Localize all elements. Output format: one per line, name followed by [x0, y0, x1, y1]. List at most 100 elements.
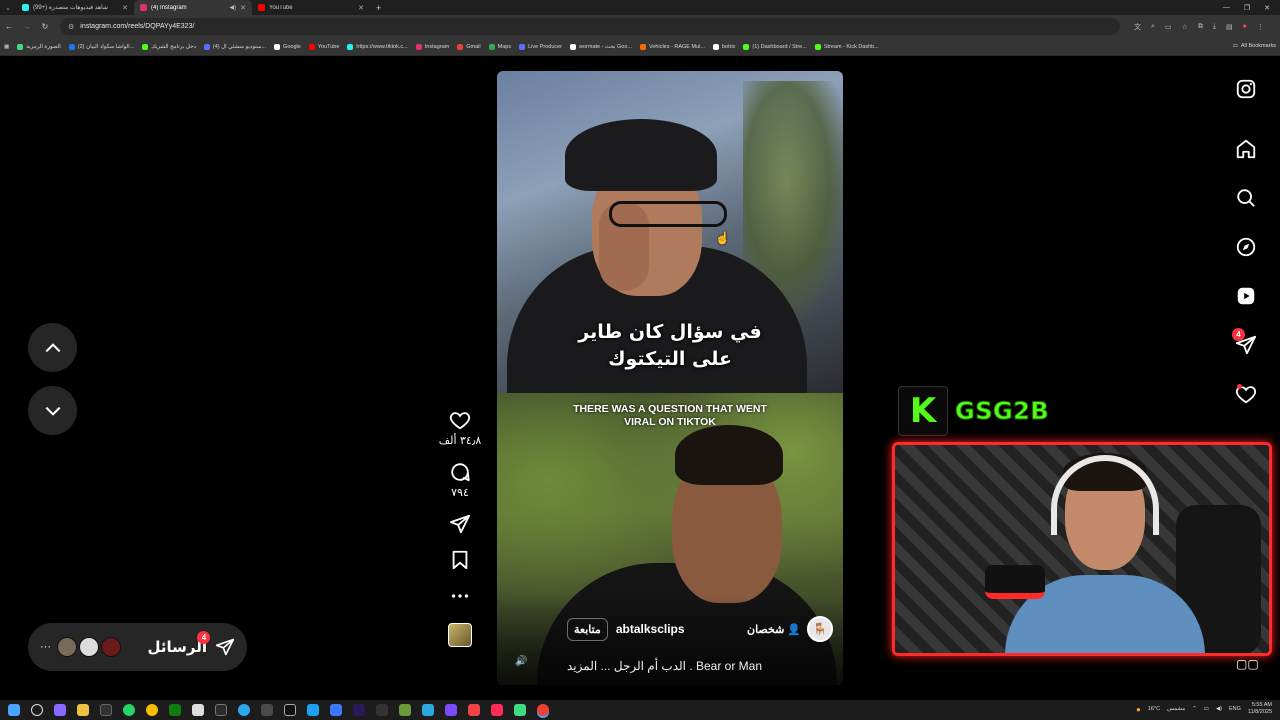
bookmark-item[interactable]: botrix	[712, 43, 735, 50]
app-icon[interactable]	[514, 704, 526, 716]
close-icon[interactable]: ✕	[122, 4, 128, 12]
messages-button[interactable]: 4	[1232, 328, 1258, 357]
bookmark-item[interactable]: Live Producer	[519, 43, 563, 50]
bookmark-star-icon[interactable]: ☆	[1182, 23, 1188, 31]
previous-reel-button[interactable]	[28, 323, 77, 372]
app-icon[interactable]	[261, 704, 273, 716]
messages-pill[interactable]: ··· الرسائل 4	[28, 623, 247, 671]
bookmark-item[interactable]: Stream - Kick Dashb...	[814, 43, 879, 50]
app-icon[interactable]	[399, 704, 411, 716]
sidepanel-icon[interactable]: ▤	[1226, 23, 1233, 31]
app-icon[interactable]	[215, 704, 227, 716]
app-icon[interactable]	[192, 704, 204, 716]
copilot-icon[interactable]	[54, 704, 66, 716]
bookmark-item[interactable]: YouTube	[308, 43, 339, 50]
cast-icon[interactable]: ▭	[1165, 23, 1172, 31]
collab-people[interactable]: 👤 شخصان	[747, 623, 801, 636]
next-reel-button[interactable]	[28, 386, 77, 435]
share-button[interactable]	[449, 513, 471, 535]
back-icon[interactable]: ←	[0, 22, 18, 31]
menu-icon[interactable]: ⋮	[1257, 23, 1264, 31]
profile-icon[interactable]: ●	[1243, 23, 1247, 30]
extensions-icon[interactable]: ⧉	[1198, 23, 1203, 31]
volume-icon[interactable]: ◀)	[1216, 706, 1222, 712]
url-bar[interactable]: ⚙ instagram.com/reels/DQPAYy4E323/	[60, 18, 1120, 35]
speaker-icon[interactable]: ◀)	[230, 4, 237, 11]
minimize-icon[interactable]: —	[1223, 4, 1230, 11]
close-icon[interactable]: ✕	[358, 4, 364, 12]
instagram-logo-icon[interactable]	[1234, 77, 1258, 101]
bookmark-item[interactable]: (4) ستوديو منشئي ال...	[203, 43, 266, 50]
author-avatar[interactable]: 🪑	[807, 616, 833, 642]
bookmark-item[interactable]: (2) الواشا سكواد البيان...	[68, 43, 134, 50]
app-icon[interactable]	[307, 704, 319, 716]
audio-thumbnail[interactable]	[448, 623, 472, 647]
search-button[interactable]	[1234, 186, 1258, 210]
bookmark-item[interactable]: Maps	[488, 43, 511, 50]
site-info-icon[interactable]: ⚙	[68, 23, 74, 31]
more-options-button[interactable]	[449, 585, 471, 607]
bookmark-item[interactable]: Instagram	[415, 43, 449, 50]
zoom-icon[interactable]: ⌕	[1151, 23, 1155, 31]
clock[interactable]: 5:55 AM 11/8/2025	[1248, 702, 1272, 716]
app-icon[interactable]	[284, 704, 296, 716]
close-icon[interactable]: ✕	[240, 4, 246, 12]
tab-tiktok[interactable]: (99+) شاهد فيديوهات متصدرة ✕	[16, 0, 134, 15]
reel-video[interactable]: في سؤال كان طاير على التيكتوك THERE WAS …	[497, 71, 843, 685]
app-icon[interactable]	[445, 704, 457, 716]
download-icon[interactable]: ⤓	[1213, 23, 1216, 31]
network-icon[interactable]: ▭	[1204, 706, 1209, 712]
bookmark-item[interactable]: دخل برنامج الشريك	[142, 43, 196, 50]
bookmark-label: Live Producer	[528, 43, 563, 50]
home-button[interactable]	[1234, 137, 1258, 161]
reload-icon[interactable]: ↻	[36, 22, 54, 31]
app-icon[interactable]	[422, 704, 434, 716]
new-tab-button[interactable]: +	[370, 3, 387, 13]
tray-chevron-icon[interactable]: ⌃	[1192, 706, 1197, 712]
app-icon[interactable]	[468, 704, 480, 716]
windows-start-icon[interactable]	[8, 704, 20, 716]
url-text[interactable]: instagram.com/reels/DQPAYy4E323/	[80, 23, 194, 30]
bookmark-item[interactable]: Gmail	[457, 43, 481, 50]
bookmark-item[interactable]: (1) Dashboard / Stre...	[743, 43, 807, 50]
chevron-down-icon	[45, 406, 60, 416]
bookmark-item[interactable]: الصورة الرمزية	[17, 43, 61, 50]
chrome-icon[interactable]	[537, 704, 549, 716]
translate-icon[interactable]: 文	[1134, 22, 1141, 32]
all-bookmarks-button[interactable]: ▭ All Bookmarks	[1233, 43, 1276, 49]
tab-instagram[interactable]: (4) Instagram ◀) ✕	[134, 0, 252, 15]
premiere-icon[interactable]	[353, 704, 365, 716]
tab-search-button[interactable]: ⌄	[0, 4, 16, 12]
explorer-icon[interactable]	[77, 704, 89, 716]
notifications-button[interactable]	[1234, 382, 1258, 406]
like-button[interactable]: ٣٤٫٨ ألف	[439, 409, 481, 447]
app-icon[interactable]	[169, 704, 181, 716]
author-username[interactable]: abtalksclips	[616, 622, 685, 636]
bookmark-item[interactable]: https://www.tiktok.c...	[347, 43, 408, 50]
telegram-icon[interactable]	[238, 704, 250, 716]
follow-button[interactable]: متابعة	[567, 617, 608, 641]
apps-icon[interactable]: ▦	[4, 44, 9, 50]
app-icon[interactable]	[330, 704, 342, 716]
close-window-icon[interactable]: ✕	[1264, 4, 1270, 12]
volume-icon[interactable]: 🔊	[515, 656, 527, 667]
reels-button[interactable]	[1234, 284, 1258, 308]
lang-indicator[interactable]: ENG	[1229, 706, 1241, 712]
explore-button[interactable]	[1234, 235, 1258, 259]
bookmark-item[interactable]: Google	[274, 43, 301, 50]
tiktok-icon[interactable]	[491, 704, 503, 716]
forward-icon[interactable]: →	[18, 22, 36, 31]
whatsapp-icon[interactable]	[123, 704, 135, 716]
app-icon[interactable]	[376, 704, 388, 716]
search-icon[interactable]	[31, 704, 43, 716]
tab-youtube[interactable]: YouTube ✕	[252, 0, 370, 15]
more-options-icon[interactable]: ▢▢	[1236, 657, 1259, 671]
bookmark-item[interactable]: wormate - بحث Goo...	[570, 43, 632, 50]
chrome-icon[interactable]	[146, 704, 158, 716]
save-button[interactable]	[449, 549, 471, 571]
comment-button[interactable]: ٧٩٤	[449, 461, 471, 499]
app-icon[interactable]	[100, 704, 112, 716]
maximize-icon[interactable]: ❐	[1244, 4, 1250, 12]
reel-description[interactable]: Bear or Man . الدب أم الرجل ... المزيد	[567, 659, 833, 673]
bookmark-item[interactable]: Vehicles - RAGE Mul...	[640, 43, 705, 50]
